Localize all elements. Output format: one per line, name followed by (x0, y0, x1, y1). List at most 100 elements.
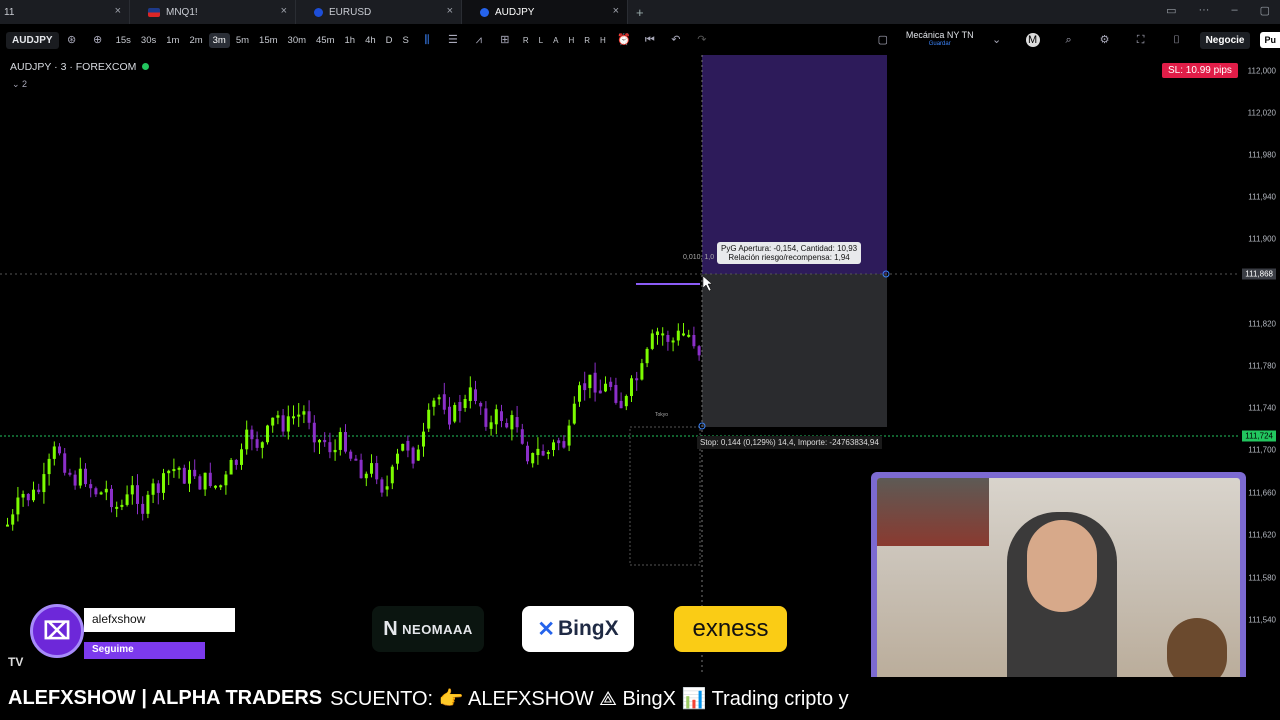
candle-body (458, 402, 462, 411)
layout-grid-icon[interactable]: ⊞ (498, 33, 512, 47)
tab-mnq[interactable]: MNQ1! × (130, 0, 296, 24)
candle-body (167, 470, 171, 474)
add-symbol-icon[interactable]: ⊕ (91, 33, 105, 47)
close-icon[interactable]: × (447, 5, 453, 17)
tab-label: 11 (4, 6, 15, 18)
tab-1[interactable]: 11 × (0, 0, 130, 24)
indicators-icon[interactable]: ⩘ (472, 33, 486, 47)
tab-label: AUDJPY (495, 6, 535, 18)
replay-option-2[interactable]: A (549, 34, 562, 47)
trade-button[interactable]: Negocie (1199, 31, 1251, 49)
candle-body (505, 422, 509, 428)
candle-body (697, 346, 701, 356)
alert-icon[interactable]: ⏰ (617, 33, 631, 47)
candle-body (156, 483, 160, 493)
replay-option-4[interactable]: R (580, 34, 594, 47)
candle-body (63, 453, 67, 473)
timeframe-45m[interactable]: 45m (312, 33, 338, 48)
candle-body (78, 468, 82, 486)
face (1027, 520, 1097, 612)
compare-icon[interactable]: ⊛ (65, 33, 79, 47)
strategy-selector[interactable]: Mecánica NY TN Guardar (906, 31, 974, 49)
undo-icon[interactable]: ↶ (669, 33, 683, 47)
close-icon[interactable]: × (115, 5, 121, 17)
neomaaa-text: NEOMAAA (402, 621, 473, 637)
search-icon[interactable]: ⌕ (1062, 33, 1076, 47)
candle-body (21, 493, 25, 498)
timeframe-1m[interactable]: 1m (162, 33, 183, 48)
candle-body (390, 466, 394, 484)
candle-body (640, 363, 644, 380)
tooltip-pnl: PyG Apertura: -0,154, Cantidad: 10,93 (721, 244, 858, 253)
twitch-icon: ⌧ (30, 604, 84, 658)
candle-body (172, 469, 176, 472)
twitch-card: ⌧ alefxshow Seguime (30, 604, 235, 659)
price-tick: 111,724 (1242, 430, 1276, 442)
candle-body (318, 439, 321, 443)
tab-audjpy[interactable]: AUDJPY × (462, 0, 628, 24)
candle-body (510, 415, 514, 430)
replay-option-5[interactable]: H (596, 34, 610, 47)
candle-body (354, 458, 358, 461)
account-icon[interactable]: M (1025, 33, 1040, 47)
timeframe-S[interactable]: S (399, 33, 413, 48)
replay-option-3[interactable]: H (564, 34, 578, 47)
fullscreen-icon[interactable]: ⛶ (1134, 33, 1148, 47)
candle-body (567, 425, 571, 446)
close-icon[interactable]: × (613, 5, 619, 17)
candle-body (406, 440, 410, 451)
candle-body (515, 417, 519, 428)
toolbar-right: ▢ Mecánica NY TN Guardar ⌄ M ⌕ ⚙ ⛶ ⌷ Neg… (870, 27, 1280, 53)
redo-icon[interactable]: ↷ (695, 33, 709, 47)
replay-option-1[interactable]: L (535, 34, 547, 47)
timeframe-4h[interactable]: 4h (361, 33, 380, 48)
candle-type-icon[interactable]: ⫼ (420, 33, 434, 47)
checkbox-icon[interactable]: ▢ (876, 33, 890, 47)
candle-body (676, 330, 680, 341)
timeframe-5m[interactable]: 5m (232, 33, 253, 48)
tab-eurusd[interactable]: EURUSD × (296, 0, 462, 24)
candle-body (489, 422, 493, 429)
replay-icon[interactable]: ⏮ (643, 33, 657, 47)
candle-body (380, 479, 384, 493)
minimize-icon[interactable]: – (1231, 4, 1237, 17)
timeframe-D[interactable]: D (382, 33, 397, 48)
candle-body (302, 411, 306, 415)
candle-body (687, 334, 691, 337)
chart-title: AUDJPY · 3 · FOREXCOM (10, 61, 150, 73)
candle-body (136, 485, 139, 504)
replay-option-0[interactable]: R (519, 34, 533, 47)
candle-body (110, 488, 113, 508)
candle-body (344, 432, 347, 452)
candle-body (234, 459, 238, 465)
close-icon[interactable]: × (281, 5, 287, 17)
symbol-search-button[interactable]: AUDJPY (6, 31, 59, 49)
camera-icon[interactable]: ⌷ (1170, 33, 1184, 47)
price-axis[interactable]: 112,000 112,020 111,980 111,940 111,900 111,8… (1240, 55, 1280, 675)
timeframe-15s[interactable]: 15s (112, 33, 135, 48)
publish-button[interactable]: Pu (1260, 32, 1280, 48)
candle-body (245, 429, 249, 450)
candle-body (500, 411, 503, 421)
timeframe-30m[interactable]: 30m (284, 33, 310, 48)
more-icon[interactable]: ··· (1198, 4, 1209, 17)
price-tick: 111,820 (1248, 319, 1276, 329)
timeframe-3m[interactable]: 3m (208, 32, 230, 48)
layout-icon[interactable]: ▭ (1166, 4, 1176, 17)
settings-icon[interactable]: ⚙ (1098, 33, 1112, 47)
timeframe-2m[interactable]: 2m (185, 33, 206, 48)
chevron-down-icon[interactable]: ⌄ (990, 33, 1004, 47)
indicators-toggle[interactable]: ⌄ 2 (12, 79, 27, 90)
candle-body (16, 497, 20, 515)
maximize-icon[interactable]: ▢ (1260, 4, 1270, 17)
timeframe-15m[interactable]: 15m (255, 33, 281, 48)
bingx-logo: ✕ BingX (522, 606, 634, 652)
candle-body (229, 459, 233, 475)
timeframe-30s[interactable]: 30s (137, 33, 160, 48)
candle-body (635, 378, 639, 381)
candle-body (219, 485, 223, 488)
candle-body (411, 447, 415, 464)
timeframe-1h[interactable]: 1h (341, 33, 360, 48)
bar-type-icon[interactable]: ☰ (446, 33, 460, 47)
new-tab-button[interactable]: + (636, 5, 644, 20)
